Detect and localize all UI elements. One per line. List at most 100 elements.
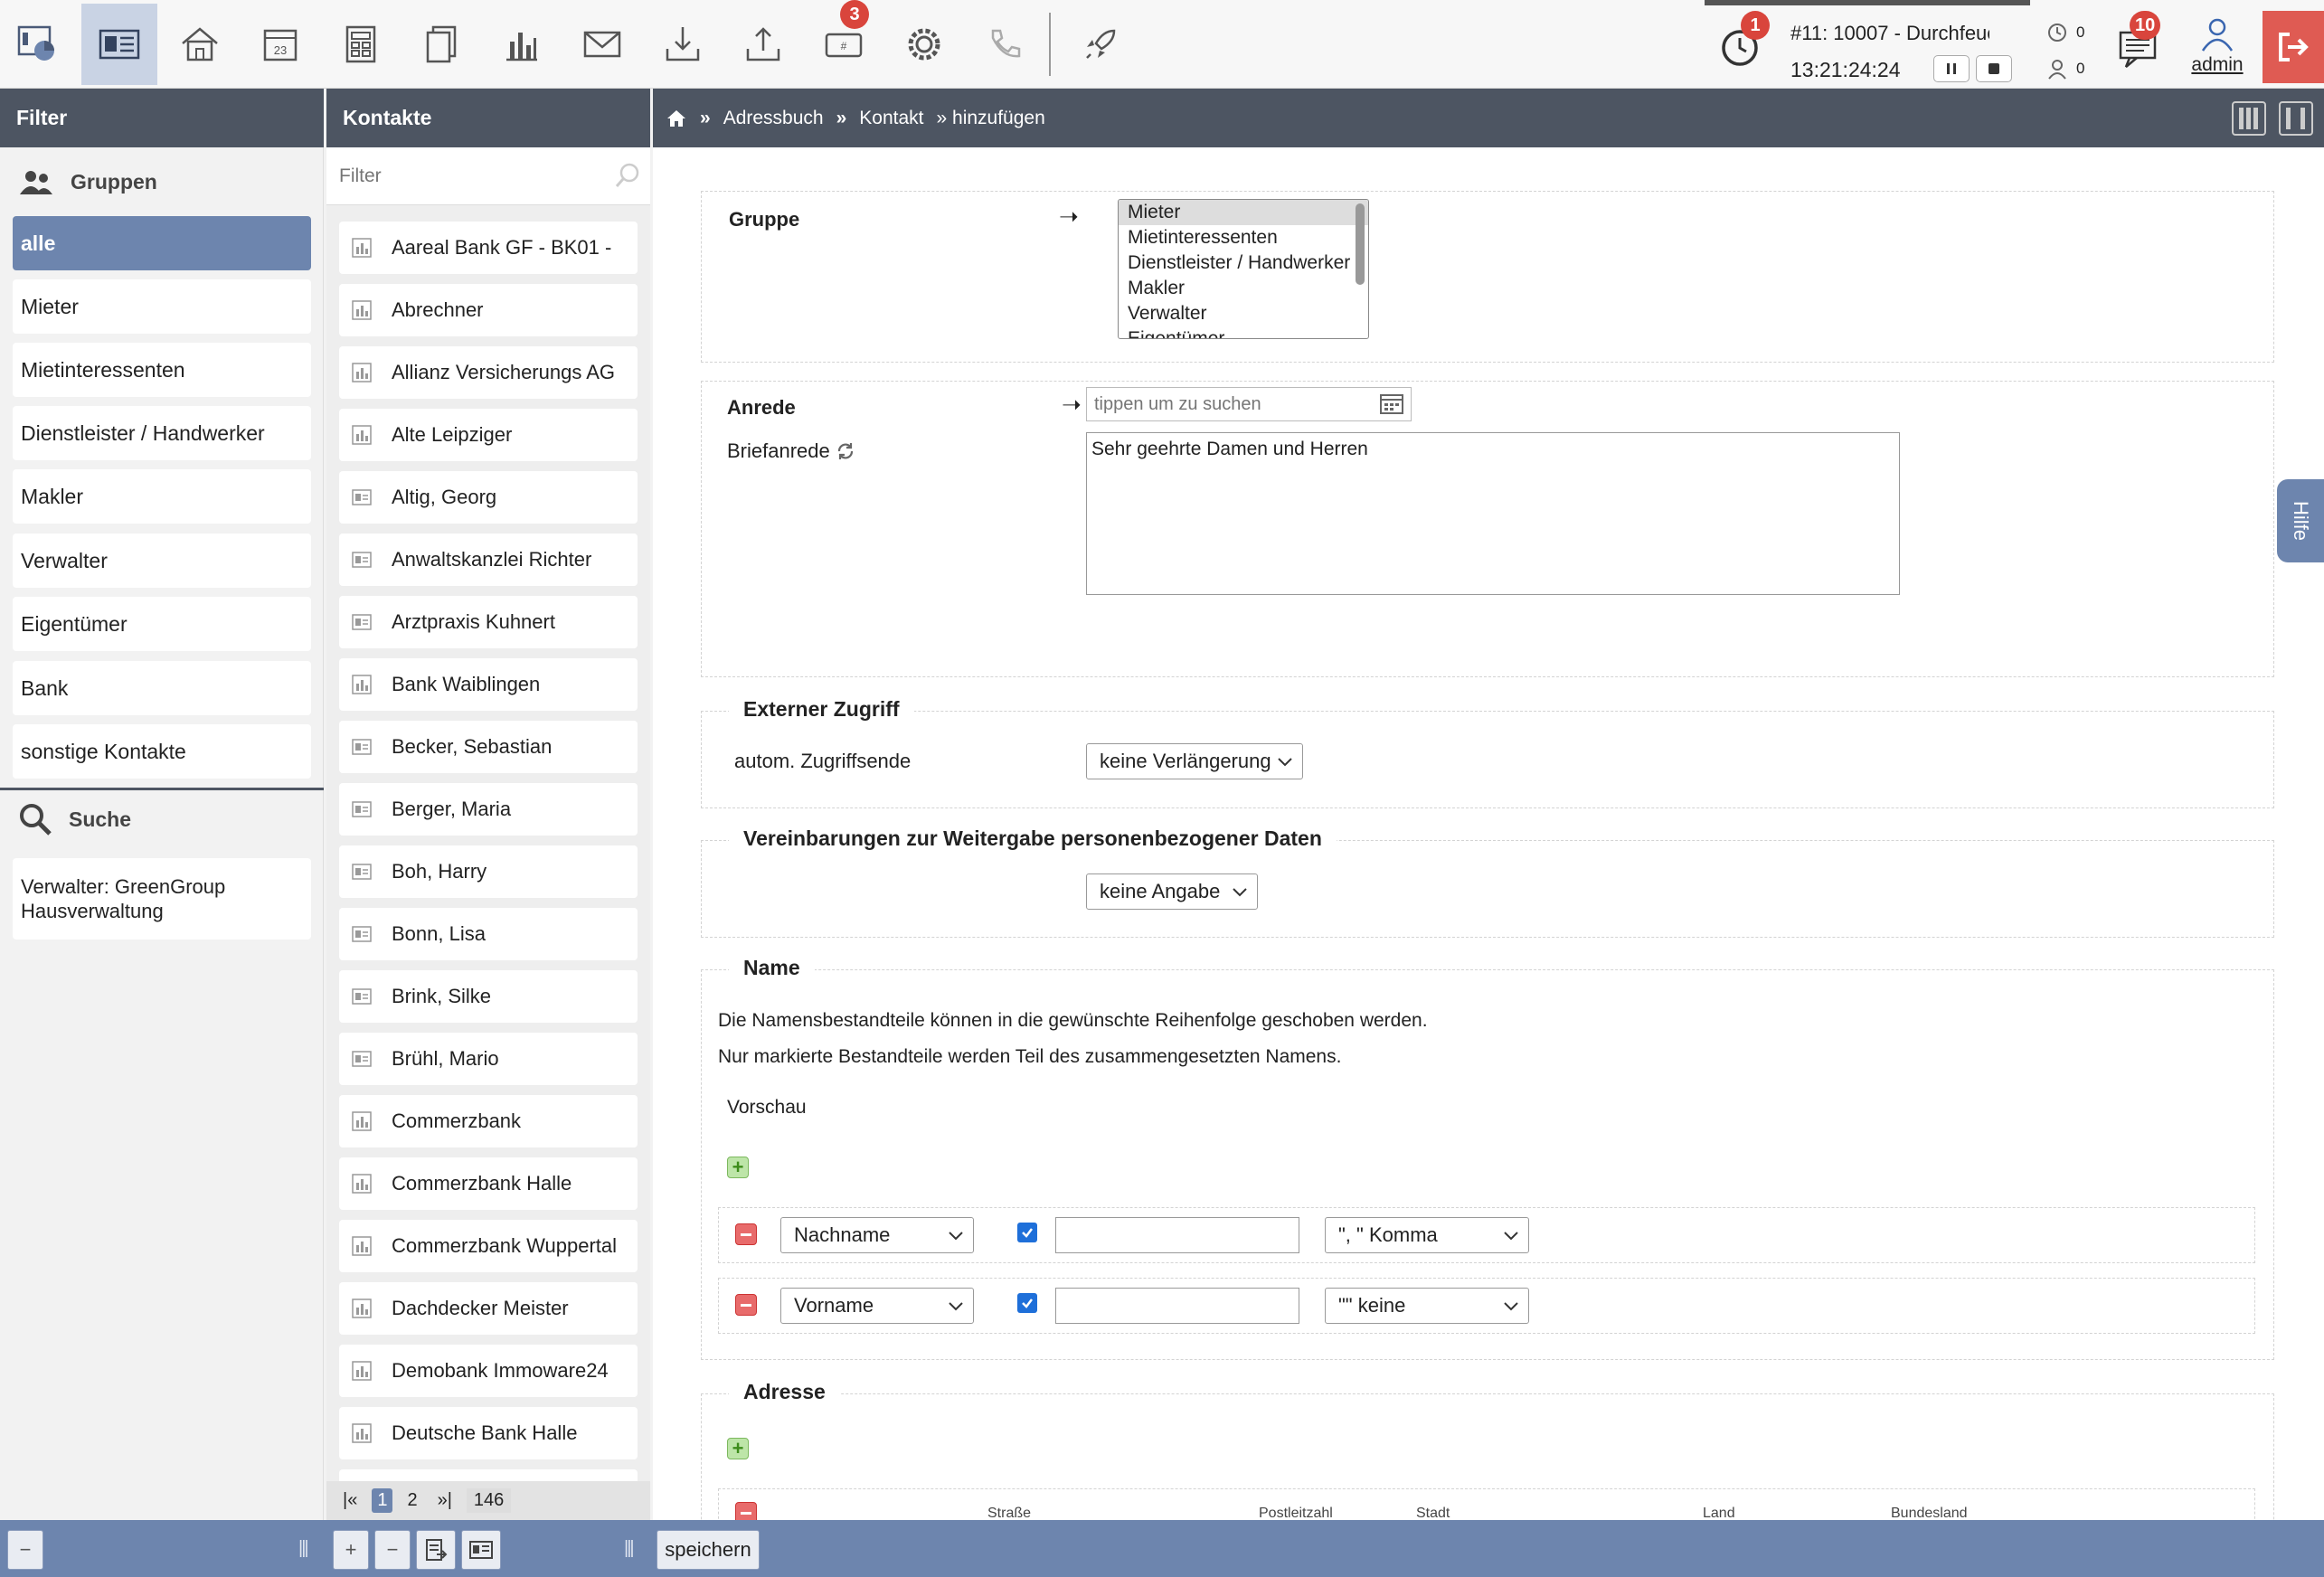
group-item-sonstige[interactable]: sonstige Kontakte: [13, 724, 311, 779]
pager-page-2[interactable]: 2: [402, 1488, 422, 1513]
accounting-icon[interactable]: [323, 4, 399, 85]
filter-collapse-button[interactable]: −: [7, 1530, 43, 1570]
contact-list-item[interactable]: Becker, Sebastian: [339, 721, 638, 773]
dashboard-icon[interactable]: [0, 4, 76, 85]
timer-title[interactable]: #11: 10007 - Durchfeucht…: [1790, 22, 1989, 45]
resize-handle[interactable]: |||: [624, 1538, 635, 1559]
group-option[interactable]: Dienstleister / Handwerker: [1119, 250, 1368, 276]
vcard-button[interactable]: [461, 1530, 501, 1570]
resize-handle[interactable]: |||: [298, 1538, 309, 1559]
help-tab[interactable]: Hilfe: [2277, 479, 2324, 562]
contact-list-item[interactable]: Bonn, Lisa: [339, 908, 638, 960]
pager-page-1[interactable]: 1: [372, 1488, 393, 1513]
contact-list-item[interactable]: Alte Leipziger: [339, 409, 638, 461]
rocket-icon[interactable]: [1063, 4, 1138, 85]
stop-button[interactable]: [1976, 55, 2012, 82]
contact-list-item[interactable]: Abrechner: [339, 284, 638, 336]
group-item-verwalter[interactable]: Verwalter: [13, 534, 311, 588]
pager-last[interactable]: »|: [432, 1488, 458, 1513]
remove-contact-button[interactable]: −: [374, 1530, 411, 1570]
logout-button[interactable]: [2263, 11, 2324, 83]
group-option[interactable]: Mietinteressenten: [1119, 225, 1368, 250]
contact-list-item[interactable]: Aareal Bank GF - BK01 -: [339, 222, 638, 274]
documents-icon[interactable]: [403, 4, 479, 85]
add-contact-button[interactable]: +: [333, 1530, 369, 1570]
user-counter[interactable]: 0: [2045, 51, 2100, 87]
contact-list-item[interactable]: Arztpraxis Kuhnert: [339, 596, 638, 648]
name-separator-select[interactable]: ", " Komma: [1325, 1217, 1529, 1253]
user-menu[interactable]: admin: [2181, 16, 2253, 76]
saved-search-item[interactable]: Verwalter: GreenGroup Hausverwaltung: [13, 858, 311, 940]
reminder-counter[interactable]: 0: [2045, 14, 2100, 51]
scrollbar[interactable]: [1356, 203, 1365, 285]
remove-name-part-button[interactable]: [735, 1223, 757, 1245]
pager-first[interactable]: |«: [337, 1488, 363, 1513]
reports-icon[interactable]: [484, 4, 560, 85]
messages-button[interactable]: 10: [2111, 11, 2175, 78]
tickets-icon[interactable]: # 3: [806, 0, 882, 85]
contact-list-item[interactable]: Demobank Immoware24: [339, 1345, 638, 1397]
import-icon[interactable]: [645, 4, 721, 85]
access-end-select[interactable]: keine Verlängerung: [1086, 743, 1303, 779]
name-part-select[interactable]: Vorname: [780, 1288, 974, 1324]
group-item-alle[interactable]: alle: [13, 216, 311, 270]
phone-icon[interactable]: [967, 4, 1043, 85]
group-item-eigentuemer[interactable]: Eigentümer: [13, 597, 311, 651]
layout-two-columns-icon[interactable]: [2279, 101, 2313, 136]
group-multiselect[interactable]: Mieter Mietinteressenten Dienstleister /…: [1118, 199, 1369, 339]
add-address-button[interactable]: +: [727, 1438, 749, 1459]
group-item-bank[interactable]: Bank: [13, 661, 311, 715]
remove-name-part-button[interactable]: [735, 1294, 757, 1316]
contact-list-item[interactable]: Commerzbank Halle: [339, 1157, 638, 1210]
home-icon[interactable]: [666, 109, 687, 128]
contact-list-item[interactable]: Allianz Versicherungs AG: [339, 346, 638, 399]
contact-list-item[interactable]: Dachdecker Meister: [339, 1282, 638, 1335]
group-option[interactable]: Eigentümer: [1119, 326, 1368, 338]
contact-list-item[interactable]: Commerzbank: [339, 1095, 638, 1147]
breadcrumb-kontakt[interactable]: Kontakt: [859, 89, 923, 147]
name-part-checkbox[interactable]: [1017, 1293, 1037, 1313]
refresh-icon[interactable]: [836, 441, 855, 461]
group-option[interactable]: Mieter: [1119, 200, 1368, 225]
name-part-text-input[interactable]: [1055, 1217, 1299, 1253]
settings-icon[interactable]: [886, 4, 962, 85]
group-item-makler[interactable]: Makler: [13, 469, 311, 524]
calendar-icon[interactable]: 23: [242, 4, 318, 85]
export-icon[interactable]: [725, 4, 801, 85]
breadcrumb-separator: »: [836, 108, 847, 128]
group-option[interactable]: Verwalter: [1119, 301, 1368, 326]
contact-list-item[interactable]: Boh, Harry: [339, 845, 638, 898]
property-icon[interactable]: [162, 4, 238, 85]
name-part-text-input[interactable]: [1055, 1288, 1299, 1324]
contact-list-item[interactable]: Bank Waiblingen: [339, 658, 638, 711]
group-item-mieter[interactable]: Mieter: [13, 279, 311, 334]
add-name-part-button[interactable]: +: [727, 1157, 749, 1178]
remove-address-button[interactable]: [735, 1502, 757, 1520]
contact-list-item[interactable]: Anwaltskanzlei Richter: [339, 534, 638, 586]
group-item-dienstleister[interactable]: Dienstleister / Handwerker: [13, 406, 311, 460]
group-option[interactable]: Makler: [1119, 276, 1368, 301]
contact-list-item[interactable]: Altig, Georg: [339, 471, 638, 524]
contact-list-item[interactable]: Brink, Silke: [339, 970, 638, 1023]
export-contact-button[interactable]: [416, 1530, 456, 1570]
user-name[interactable]: admin: [2181, 54, 2253, 76]
lookup-icon[interactable]: [1380, 394, 1403, 414]
contacts-filter-input[interactable]: [339, 160, 601, 193]
pause-button[interactable]: [1933, 55, 1970, 82]
save-button[interactable]: speichern: [657, 1530, 760, 1570]
contact-list-item[interactable]: Commerzbank Wuppertal: [339, 1220, 638, 1272]
data-agreement-select[interactable]: keine Angabe: [1086, 873, 1258, 910]
group-item-mietinteressenten[interactable]: Mietinteressenten: [13, 343, 311, 397]
name-part-select[interactable]: Nachname: [780, 1217, 974, 1253]
address-book-icon[interactable]: [81, 4, 157, 85]
briefanrede-textarea[interactable]: Sehr geehrte Damen und Herren: [1086, 432, 1900, 595]
name-separator-select[interactable]: "" keine: [1325, 1288, 1529, 1324]
anrede-input[interactable]: [1087, 388, 1358, 420]
breadcrumb-adressbuch[interactable]: Adressbuch: [723, 89, 824, 147]
name-part-checkbox[interactable]: [1017, 1223, 1037, 1242]
contact-list-item[interactable]: Brühl, Mario: [339, 1033, 638, 1085]
contact-list-item[interactable]: Deutsche Bank Halle: [339, 1407, 638, 1459]
contact-list-item[interactable]: Berger, Maria: [339, 783, 638, 836]
mail-icon[interactable]: [564, 4, 640, 85]
layout-three-columns-icon[interactable]: [2232, 101, 2266, 136]
